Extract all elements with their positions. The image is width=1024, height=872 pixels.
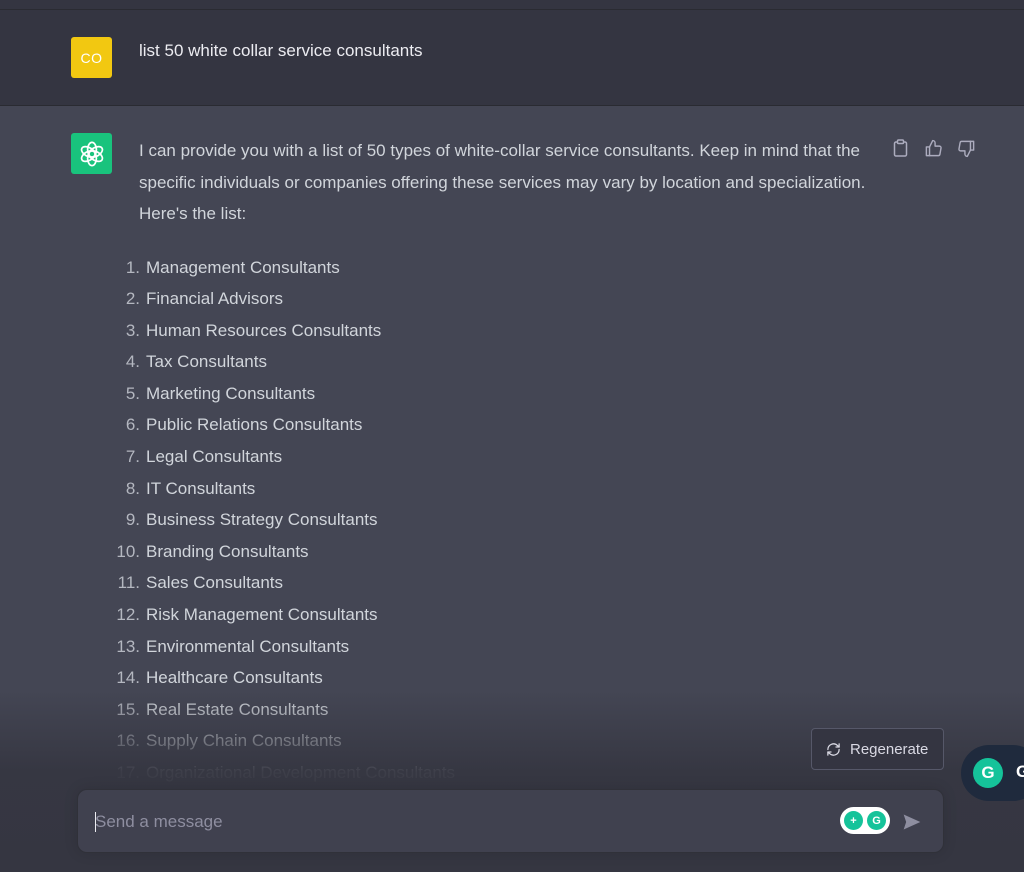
list-item-number: 5.: [125, 383, 140, 403]
list-item-number: 2.: [125, 289, 140, 309]
list-item-label: Supply Chain Consultants: [146, 731, 342, 751]
regenerate-label: Regenerate: [850, 740, 929, 758]
list-item-label: Human Resources Consultants: [146, 320, 382, 340]
user-message-row: CO list 50 white collar service consulta…: [0, 10, 1024, 106]
list-item-label: Real Estate Consultants: [146, 699, 329, 719]
list-item: 12. Risk Management Consultants: [116, 599, 879, 631]
list-item: 11. Sales Consultants: [118, 567, 879, 599]
list-item: 6. Public Relations Consultants: [126, 409, 879, 441]
list-item-number: 9.: [125, 510, 140, 530]
list-item-number: 10.: [116, 541, 140, 561]
list-item: 13. Environmental Consultants: [116, 631, 879, 663]
list-item-number: 3.: [125, 320, 140, 340]
refresh-icon: [827, 742, 840, 756]
list-item-label: Marketing Consultants: [146, 383, 316, 403]
list-item-number: 17.: [116, 763, 140, 782]
thumbs-up-icon: [925, 139, 942, 156]
message-actions: [890, 138, 976, 158]
list-item-label: Risk Management Consultants: [146, 605, 378, 625]
thumbs-up-button[interactable]: [923, 138, 943, 158]
user-avatar: CO: [71, 37, 112, 78]
text-caret: [95, 812, 96, 832]
regenerate-button[interactable]: Regenerate: [811, 728, 944, 770]
consultant-list: 1. Management Consultants 2. Financial Advi…: [116, 252, 879, 789]
list-item-number: 13.: [116, 636, 140, 656]
list-item: 3. Human Resources Consultants: [126, 315, 879, 347]
list-item: 4. Tax Consultants: [126, 346, 879, 378]
assistant-message-content: I can provide you with a list of 50 type…: [116, 135, 879, 789]
list-item-number: 16.: [116, 731, 140, 751]
list-item-label: Organizational Development Consultants: [146, 763, 456, 782]
list-item-label: Public Relations Consultants: [146, 415, 363, 435]
thumbs-down-icon: [957, 140, 974, 157]
list-item-number: 11.: [117, 573, 140, 593]
list-item-number: 8.: [125, 478, 140, 498]
list-item: 7. Legal Consultants: [126, 441, 879, 473]
list-item-label: Sales Consultants: [146, 573, 284, 593]
list-item: 10. Branding Consultants: [116, 536, 879, 568]
list-item: 16. Supply Chain Consultants: [116, 725, 879, 757]
list-item: 2. Financial Advisors: [126, 283, 879, 315]
list-item-number: 6.: [125, 415, 140, 435]
send-icon: [903, 814, 921, 830]
list-item-number: 1.: [125, 257, 140, 277]
grammarly-suggest-icon: +: [844, 811, 863, 830]
list-item-number: 14.: [116, 668, 140, 688]
send-button[interactable]: [900, 810, 924, 834]
list-item-number: 4.: [125, 352, 140, 372]
user-message-text: list 50 white collar service consultants: [139, 41, 423, 60]
list-item: 15. Real Estate Consultants: [116, 694, 879, 726]
copy-button[interactable]: [890, 138, 910, 158]
list-item-label: IT Consultants: [146, 478, 256, 498]
grammarly-logo-small-icon: G: [867, 811, 886, 830]
assistant-avatar: [71, 133, 112, 174]
list-item: 8. IT Consultants: [126, 473, 879, 505]
thumbs-down-button[interactable]: [956, 138, 976, 158]
grammarly-tab-letter: G: [1016, 762, 1024, 781]
list-item-label: Environmental Consultants: [146, 636, 350, 656]
grammarly-widget[interactable]: + G: [840, 807, 890, 834]
list-item-label: Business Strategy Consultants: [146, 510, 378, 530]
message-input[interactable]: [95, 808, 795, 836]
list-item-label: Legal Consultants: [146, 447, 283, 467]
list-item-label: Tax Consultants: [146, 352, 267, 372]
top-bar: [0, 0, 1024, 10]
assistant-intro-text: I can provide you with a list of 50 type…: [139, 141, 866, 223]
list-item: 9. Business Strategy Consultants: [126, 504, 879, 536]
list-item-number: 12.: [116, 605, 140, 625]
list-item: 17. Organizational Development Consultant…: [116, 757, 879, 789]
list-item: 1. Management Consultants: [126, 252, 879, 284]
list-item-label: Financial Advisors: [146, 289, 284, 309]
list-item: 14. Healthcare Consultants: [116, 662, 879, 694]
copy-icon: [893, 139, 907, 157]
list-item-number: 7.: [125, 447, 140, 467]
list-item: 5. Marketing Consultants: [126, 378, 879, 410]
list-item-number: 15.: [116, 699, 140, 719]
list-item-label: Management Consultants: [146, 257, 340, 277]
list-item-label: Branding Consultants: [146, 541, 309, 561]
list-item-label: Healthcare Consultants: [146, 668, 323, 688]
grammarly-logo-icon[interactable]: G: [973, 758, 1003, 788]
openai-logo-icon: [80, 141, 103, 166]
message-composer: + G: [77, 789, 944, 853]
